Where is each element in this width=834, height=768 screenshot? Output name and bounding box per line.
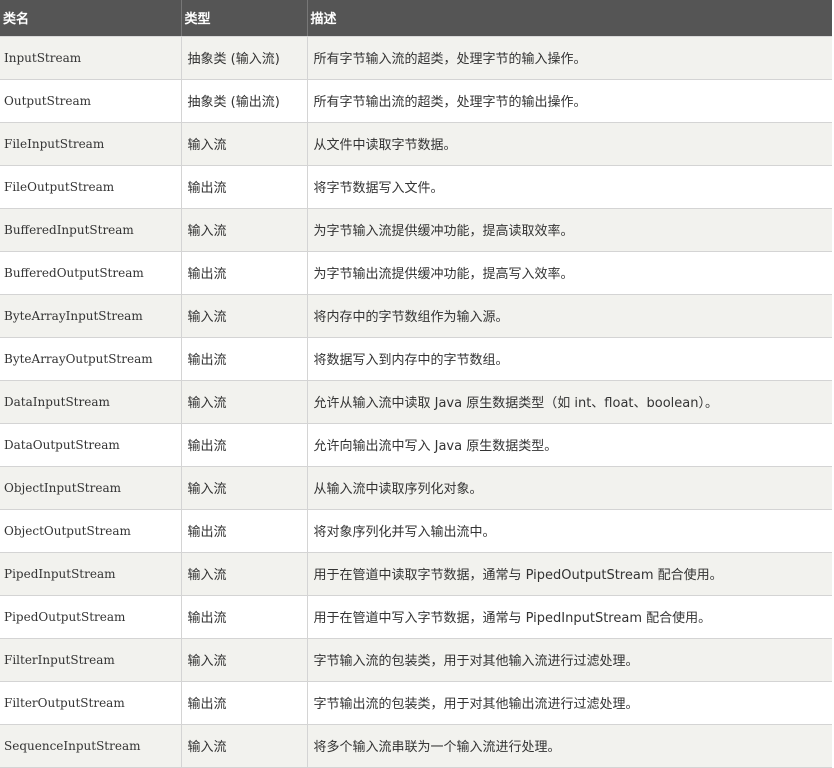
type-cell: 输出流 [181,595,308,639]
table-row: DataInputStream 输入流 允许从输入流中读取 Java 原生数据类型（… [0,380,832,424]
description-cell: 用于在管道中读取字节数据，通常与 PipedOutputStream 配合使用。 [307,552,832,596]
class-name-cell: FileOutputStream [0,165,182,209]
table-row: FileOutputStream 输出流 将字节数据写入文件。 [0,165,832,209]
description-cell: 所有字节输入流的超类，处理字节的输入操作。 [307,36,832,80]
class-name-cell: DataOutputStream [0,423,182,467]
class-name-cell: SequenceInputStream [0,724,182,768]
class-name-cell: ByteArrayInputStream [0,294,182,338]
description-cell: 将字节数据写入文件。 [307,165,832,209]
description-cell: 将数据写入到内存中的字节数组。 [307,337,832,381]
description-cell: 将多个输入流串联为一个输入流进行处理。 [307,724,832,768]
description-cell: 从文件中读取字节数据。 [307,122,832,166]
description-cell: 将对象序列化并写入输出流中。 [307,509,832,553]
table-header: 类名 类型 描述 [0,0,832,37]
table-row: ByteArrayOutputStream 输出流 将数据写入到内存中的字节数组。 [0,337,832,381]
table-row: ByteArrayInputStream 输入流 将内存中的字节数组作为输入源。 [0,294,832,338]
type-cell: 输入流 [181,552,308,596]
type-cell: 输入流 [181,122,308,166]
table-row: ObjectInputStream 输入流 从输入流中读取序列化对象。 [0,466,832,510]
class-name-cell: InputStream [0,36,182,80]
table-row: ObjectOutputStream 输出流 将对象序列化并写入输出流中。 [0,509,832,553]
table-row: FileInputStream 输入流 从文件中读取字节数据。 [0,122,832,166]
class-name-cell: FileInputStream [0,122,182,166]
header-type: 类型 [181,0,308,37]
type-cell: 抽象类 (输出流) [181,79,308,123]
table-body: InputStream 抽象类 (输入流) 所有字节输入流的超类，处理字节的输入操作… [0,36,832,768]
header-row: 类名 类型 描述 [0,0,832,37]
description-cell: 为字节输入流提供缓冲功能，提高读取效率。 [307,208,832,252]
class-name-cell: FilterInputStream [0,638,182,682]
class-name-cell: DataInputStream [0,380,182,424]
description-cell: 允许从输入流中读取 Java 原生数据类型（如 int、float、boolea… [307,380,832,424]
table-row: PipedOutputStream 输出流 用于在管道中写入字节数据，通常与 Pip… [0,595,832,639]
description-cell: 用于在管道中写入字节数据，通常与 PipedInputStream 配合使用。 [307,595,832,639]
type-cell: 输出流 [181,509,308,553]
type-cell: 输入流 [181,638,308,682]
table-row: DataOutputStream 输出流 允许向输出流中写入 Java 原生数据类型… [0,423,832,467]
class-name-cell: BufferedOutputStream [0,251,182,295]
class-name-cell: OutputStream [0,79,182,123]
table-row: FilterInputStream 输入流 字节输入流的包装类，用于对其他输入流进行… [0,638,832,682]
description-cell: 为字节输出流提供缓冲功能，提高写入效率。 [307,251,832,295]
table-row: BufferedOutputStream 输出流 为字节输出流提供缓冲功能，提高写入… [0,251,832,295]
table-row: OutputStream 抽象类 (输出流) 所有字节输出流的超类，处理字节的输出操… [0,79,832,123]
table-row: BufferedInputStream 输入流 为字节输入流提供缓冲功能，提高读取效… [0,208,832,252]
type-cell: 输出流 [181,165,308,209]
class-name-cell: PipedOutputStream [0,595,182,639]
type-cell: 输入流 [181,466,308,510]
type-cell: 输出流 [181,423,308,467]
class-name-cell: ObjectOutputStream [0,509,182,553]
class-table: 类名 类型 描述 InputStream 抽象类 (输入流) 所有字节输入流的超类，… [0,0,832,768]
description-cell: 所有字节输出流的超类，处理字节的输出操作。 [307,79,832,123]
description-cell: 字节输入流的包装类，用于对其他输入流进行过滤处理。 [307,638,832,682]
description-cell: 将内存中的字节数组作为输入源。 [307,294,832,338]
class-name-cell: PipedInputStream [0,552,182,596]
table-row: FilterOutputStream 输出流 字节输出流的包装类，用于对其他输出流进… [0,681,832,725]
type-cell: 输入流 [181,380,308,424]
type-cell: 输出流 [181,681,308,725]
table-row: SequenceInputStream 输入流 将多个输入流串联为一个输入流进行处理… [0,724,832,768]
class-name-cell: FilterOutputStream [0,681,182,725]
type-cell: 抽象类 (输入流) [181,36,308,80]
description-cell: 字节输出流的包装类，用于对其他输出流进行过滤处理。 [307,681,832,725]
type-cell: 输出流 [181,337,308,381]
header-class-name: 类名 [0,0,182,37]
class-name-cell: ByteArrayOutputStream [0,337,182,381]
class-name-cell: BufferedInputStream [0,208,182,252]
type-cell: 输入流 [181,294,308,338]
description-cell: 从输入流中读取序列化对象。 [307,466,832,510]
header-description: 描述 [307,0,832,37]
type-cell: 输出流 [181,251,308,295]
type-cell: 输入流 [181,208,308,252]
table-row: InputStream 抽象类 (输入流) 所有字节输入流的超类，处理字节的输入操作… [0,36,832,80]
type-cell: 输入流 [181,724,308,768]
class-name-cell: ObjectInputStream [0,466,182,510]
description-cell: 允许向输出流中写入 Java 原生数据类型。 [307,423,832,467]
table-row: PipedInputStream 输入流 用于在管道中读取字节数据，通常与 Pipe… [0,552,832,596]
